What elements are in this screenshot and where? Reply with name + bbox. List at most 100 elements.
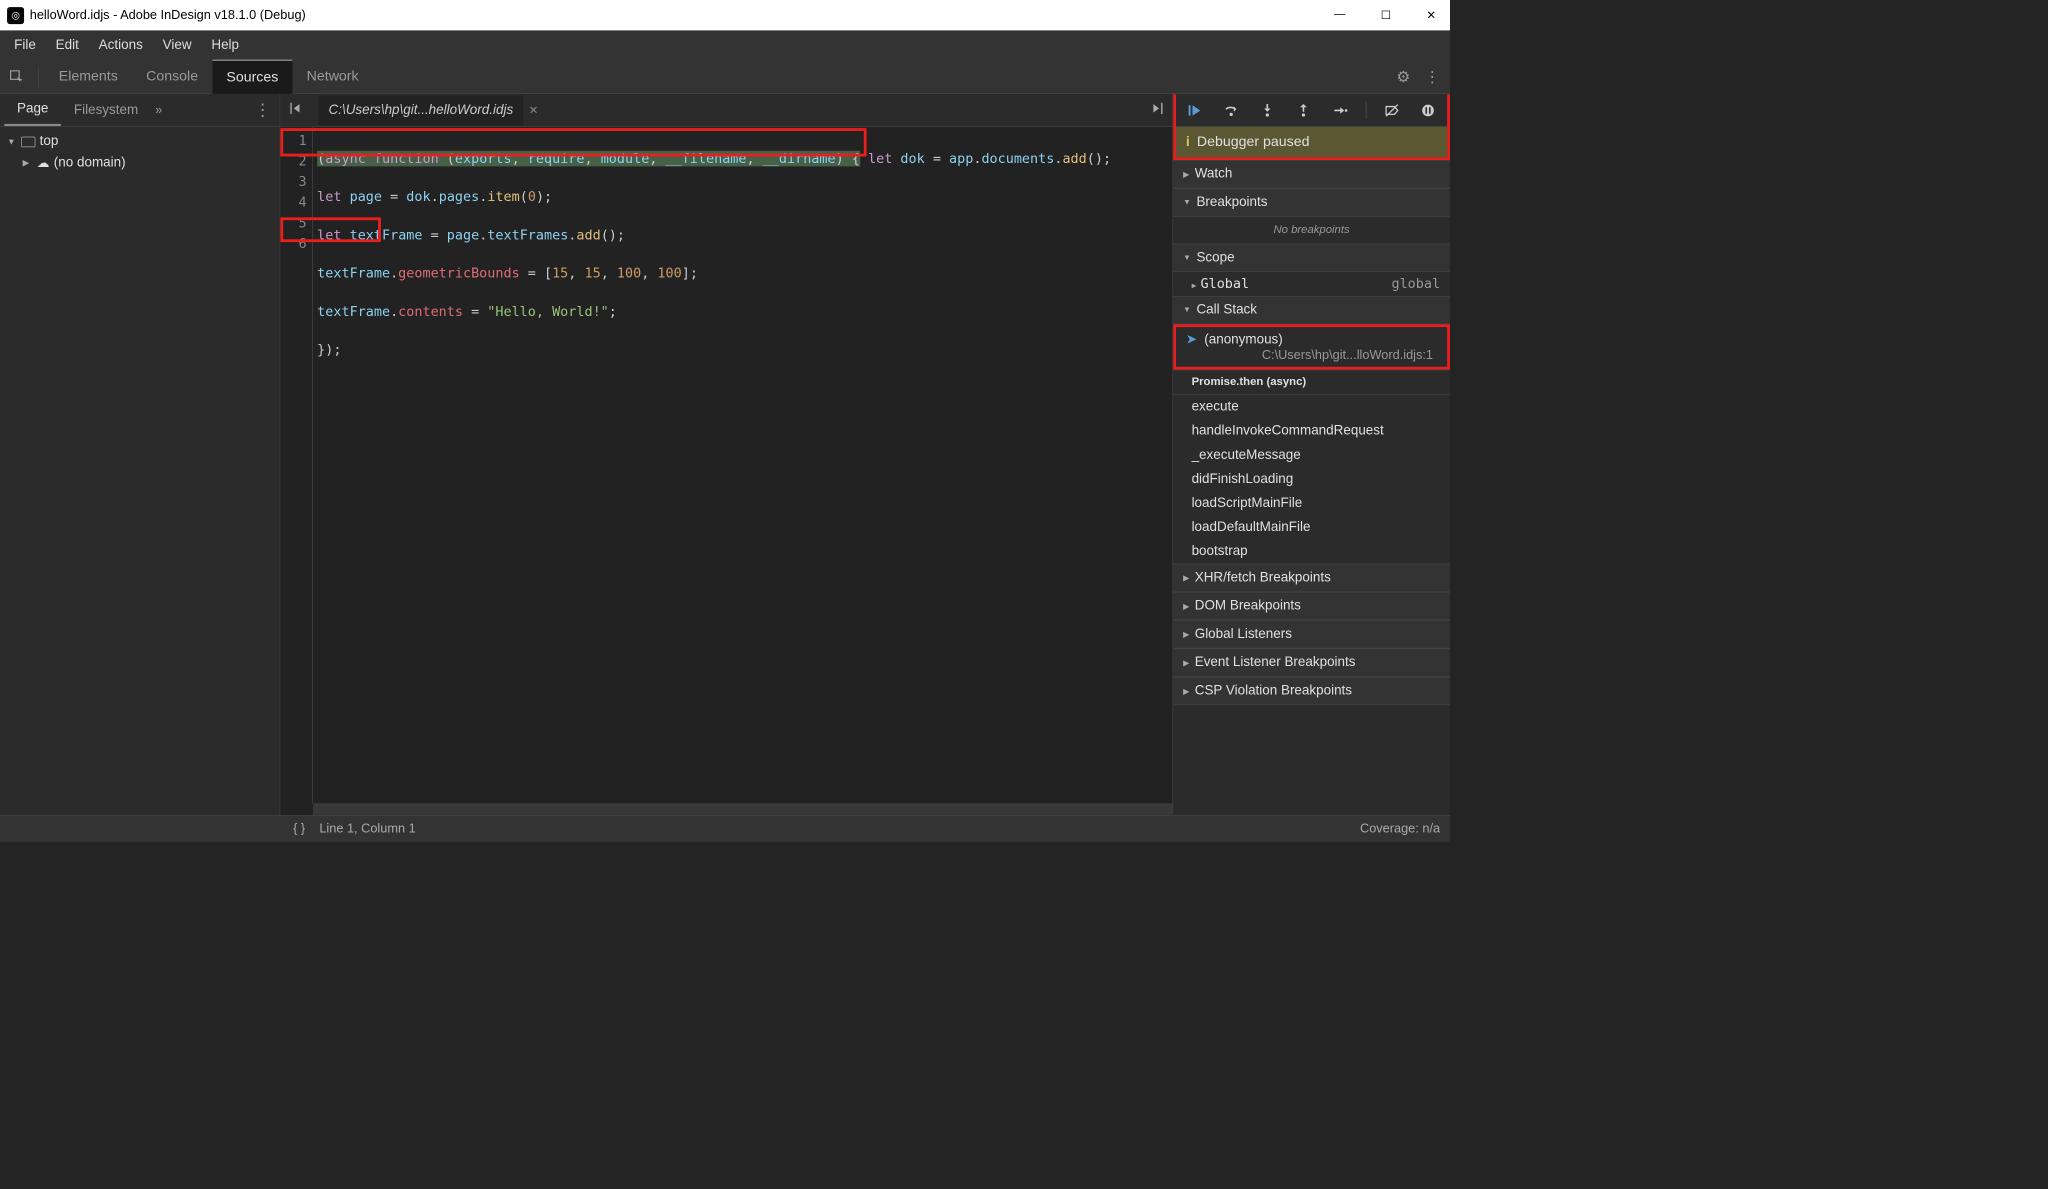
- editor-pane: C:\Users\hp\git...helloWord.idjs ✕ 1 2 3…: [280, 94, 1172, 815]
- line-num: 4: [280, 193, 312, 214]
- callstack-frame[interactable]: handleInvokeCommandRequest: [1173, 419, 1450, 443]
- debugger-controls: [1176, 94, 1447, 127]
- callstack-frame[interactable]: _executeMessage: [1173, 443, 1450, 467]
- step-over-button[interactable]: [1221, 99, 1242, 120]
- tree-item-label: (no domain): [54, 155, 126, 171]
- section-label: Event Listener Breakpoints: [1195, 655, 1356, 671]
- nav-fwd-icon[interactable]: [1146, 100, 1169, 121]
- cursor-position: Line 1, Column 1: [319, 821, 415, 836]
- step-button[interactable]: [1329, 99, 1350, 120]
- expand-icon: ▶: [1183, 658, 1189, 667]
- navigator-sidebar: Page Filesystem » ⋮ ▼ top ▶ ☁ (no domain…: [0, 94, 280, 815]
- section-csp[interactable]: ▶ CSP Violation Breakpoints: [1173, 677, 1450, 705]
- status-icon: i: [1186, 134, 1190, 150]
- settings-icon[interactable]: ⚙: [1394, 65, 1414, 89]
- section-xhr[interactable]: ▶ XHR/fetch Breakpoints: [1173, 564, 1450, 592]
- callstack-frame[interactable]: bootstrap: [1173, 539, 1450, 563]
- section-label: Global Listeners: [1195, 627, 1292, 643]
- callstack-frame[interactable]: didFinishLoading: [1173, 467, 1450, 491]
- debugger-status: i Debugger paused: [1176, 127, 1447, 157]
- section-callstack[interactable]: ▼ Call Stack: [1173, 296, 1450, 324]
- section-watch[interactable]: ▶ Watch: [1173, 160, 1450, 188]
- tree-domain[interactable]: ▶ ☁ (no domain): [0, 152, 280, 173]
- status-text: Debugger paused: [1197, 134, 1310, 150]
- section-label: Watch: [1195, 166, 1233, 182]
- current-frame-icon: ➤: [1186, 331, 1197, 347]
- collapse-icon: ▼: [1183, 306, 1191, 314]
- line-num: 6: [280, 234, 312, 255]
- sidebar-tab-page[interactable]: Page: [4, 94, 61, 126]
- callstack-frame-current[interactable]: ➤ (anonymous) C:\Users\hp\git...lloWord.…: [1176, 327, 1447, 367]
- format-icon[interactable]: { }: [293, 821, 305, 836]
- line-num: 3: [280, 172, 312, 193]
- expand-icon: ▶: [1183, 601, 1189, 610]
- menu-file[interactable]: File: [4, 32, 46, 59]
- pause-exceptions-button[interactable]: [1417, 99, 1438, 120]
- tab-elements[interactable]: Elements: [45, 60, 132, 93]
- deactivate-breakpoints-button[interactable]: [1381, 99, 1402, 120]
- devtools-tabstrip: Elements Console Sources Network ⚙ ⋮: [0, 60, 1450, 94]
- line-num: 2: [280, 152, 312, 173]
- cloud-icon: ☁: [37, 155, 50, 170]
- select-element-icon[interactable]: [7, 67, 27, 87]
- section-breakpoints[interactable]: ▼ Breakpoints: [1173, 188, 1450, 216]
- close-tab-icon[interactable]: ✕: [529, 103, 538, 117]
- tree-top[interactable]: ▼ top: [0, 131, 280, 152]
- nav-back-icon[interactable]: [285, 100, 308, 121]
- maximize-button[interactable]: ☐: [1374, 5, 1398, 25]
- async-boundary: Promise.then (async): [1173, 370, 1450, 395]
- sidebar-tab-filesystem[interactable]: Filesystem: [61, 95, 151, 125]
- menu-actions[interactable]: Actions: [89, 32, 153, 59]
- section-label: CSP Violation Breakpoints: [1195, 683, 1352, 699]
- tree-expand-icon[interactable]: ▶: [23, 158, 33, 168]
- expand-icon: ▶: [1183, 573, 1189, 582]
- menu-edit[interactable]: Edit: [46, 32, 89, 59]
- section-listeners[interactable]: ▶ Global Listeners: [1173, 620, 1450, 648]
- annotation-box: i Debugger paused: [1173, 94, 1450, 160]
- menu-help[interactable]: Help: [201, 32, 248, 59]
- app-icon: ◎: [7, 7, 24, 24]
- expand-icon: ▶: [1183, 170, 1189, 179]
- scope-global[interactable]: ▶Global global: [1173, 272, 1450, 296]
- tab-console[interactable]: Console: [132, 60, 212, 93]
- close-button[interactable]: ✕: [1419, 5, 1443, 25]
- sidebar-more-icon[interactable]: »: [151, 98, 167, 121]
- section-label: DOM Breakpoints: [1195, 598, 1301, 614]
- callstack-frame[interactable]: loadDefaultMainFile: [1173, 515, 1450, 539]
- frame-location: C:\Users\hp\git...lloWord.idjs:1: [1186, 348, 1437, 363]
- menubar: File Edit Actions View Help: [0, 30, 1450, 60]
- titlebar: ◎ helloWord.idjs - Adobe InDesign v18.1.…: [0, 0, 1450, 30]
- tree-top-label: top: [40, 134, 59, 150]
- resume-button[interactable]: [1184, 99, 1205, 120]
- line-num: 1: [280, 131, 312, 152]
- section-dom[interactable]: ▶ DOM Breakpoints: [1173, 592, 1450, 620]
- section-label: Scope: [1196, 250, 1234, 266]
- step-out-button[interactable]: [1293, 99, 1314, 120]
- tree-expand-icon[interactable]: ▼: [7, 137, 17, 147]
- more-icon[interactable]: ⋮: [1422, 65, 1443, 89]
- sidebar-menu-icon[interactable]: ⋮: [250, 96, 275, 125]
- window-title: helloWord.idjs - Adobe InDesign v18.1.0 …: [30, 8, 306, 23]
- section-label: XHR/fetch Breakpoints: [1195, 570, 1331, 586]
- callstack-frame[interactable]: loadScriptMainFile: [1173, 491, 1450, 515]
- code-area[interactable]: (async function (exports, require, modul…: [313, 127, 1173, 804]
- tab-sources[interactable]: Sources: [212, 59, 292, 94]
- line-num: 5: [280, 213, 312, 234]
- section-scope[interactable]: ▼ Scope: [1173, 244, 1450, 272]
- step-into-button[interactable]: [1257, 99, 1278, 120]
- statusbar: { } Line 1, Column 1 Coverage: n/a: [0, 815, 1450, 842]
- section-event[interactable]: ▶ Event Listener Breakpoints: [1173, 649, 1450, 677]
- horizontal-scrollbar[interactable]: [313, 804, 1173, 815]
- callstack-frame[interactable]: execute: [1173, 395, 1450, 419]
- tab-network[interactable]: Network: [293, 60, 373, 93]
- open-file-tab[interactable]: C:\Users\hp\git...helloWord.idjs: [319, 95, 523, 125]
- collapse-icon: ▼: [1183, 198, 1191, 206]
- code-editor[interactable]: 1 2 3 4 5 6 (async function (exports, re…: [280, 127, 1172, 804]
- frame-name: (anonymous): [1204, 332, 1283, 348]
- minimize-button[interactable]: —: [1327, 5, 1352, 25]
- debugger-panel: i Debugger paused ▶ Watch ▼ Breakpoints …: [1172, 94, 1450, 815]
- menu-view[interactable]: View: [153, 32, 202, 59]
- coverage-text: Coverage: n/a: [1360, 821, 1440, 836]
- window-controls: — ☐ ✕: [1327, 5, 1443, 25]
- window-icon: [21, 136, 35, 147]
